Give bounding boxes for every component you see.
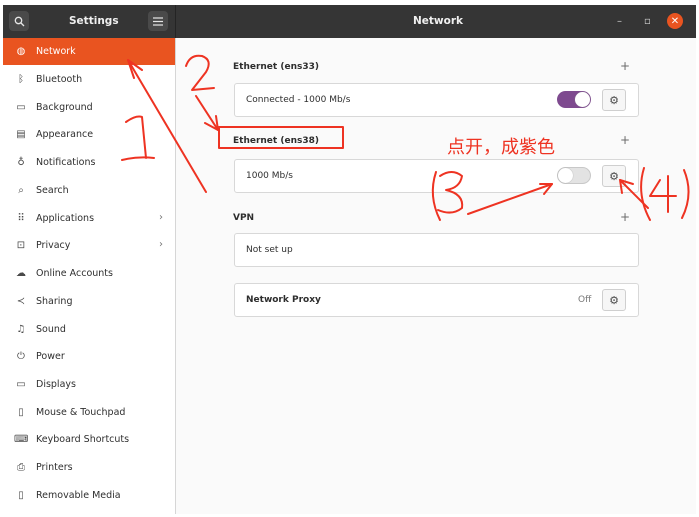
network-panel: Ethernet (ens33) + Connected - 1000 Mb/s…: [176, 38, 696, 514]
ethernet-ens33-toggle[interactable]: [557, 91, 591, 108]
sidebar-item-removable-media[interactable]: ▯ Removable Media: [3, 482, 175, 509]
display-icon: ▭: [16, 379, 26, 390]
network-icon: ◍: [16, 46, 26, 57]
toggle-knob: [575, 92, 590, 107]
maximize-button[interactable]: ▫: [644, 16, 651, 27]
sidebar-item-privacy[interactable]: ⊡ Privacy ›: [3, 232, 175, 259]
sidebar-item-bluetooth[interactable]: ᛒ Bluetooth: [3, 66, 175, 93]
bluetooth-icon: ᛒ: [18, 74, 24, 85]
keyboard-icon: ⌨: [14, 434, 29, 445]
sidebar-item-label: Applications: [36, 213, 95, 224]
chevron-right-icon: ›: [159, 212, 163, 223]
section-title-ethernet-ens33: Ethernet (ens33): [233, 62, 319, 72]
ethernet-ens33-settings-button[interactable]: ⚙: [602, 89, 626, 111]
appearance-icon: ▤: [16, 129, 26, 140]
settings-window: Settings Network – ▫ ✕ ◍ Network ᛒ Bluet…: [3, 5, 696, 514]
mouse-icon: ▯: [18, 407, 24, 418]
sidebar-item-label: Bluetooth: [36, 74, 83, 85]
sidebar: ◍ Network ᛒ Bluetooth ▭ Background ▤ App…: [3, 38, 176, 514]
ethernet-ens38-toggle[interactable]: [557, 167, 591, 184]
section-title-ethernet-ens38: Ethernet (ens38): [233, 136, 319, 146]
header-bar: Settings Network – ▫ ✕: [3, 5, 696, 38]
sidebar-item-displays[interactable]: ▭ Displays: [3, 371, 175, 398]
sidebar-item-label: Printers: [36, 462, 73, 473]
sidebar-header: Settings: [3, 5, 176, 38]
network-proxy-status: Off: [578, 295, 592, 305]
cloud-icon: ☁: [16, 268, 26, 279]
menu-button[interactable]: [148, 11, 168, 31]
music-icon: ♫: [16, 324, 26, 335]
search-icon: ⌕: [18, 185, 24, 196]
sidebar-item-label: Network: [36, 46, 76, 57]
background-icon: ▭: [16, 102, 26, 113]
sidebar-item-label: Background: [36, 102, 93, 113]
share-icon: ≺: [16, 296, 26, 307]
power-icon: ⏻: [17, 351, 25, 362]
network-proxy-settings-button[interactable]: ⚙: [602, 289, 626, 311]
vpn-status: Not set up: [246, 245, 293, 255]
gear-icon: ⚙: [609, 293, 619, 307]
add-ethernet-ens33-button[interactable]: +: [620, 59, 630, 73]
toggle-knob: [558, 168, 573, 183]
sidebar-item-label: Notifications: [36, 157, 96, 168]
sidebar-item-printers[interactable]: ⎙ Printers: [3, 454, 175, 481]
gear-icon: ⚙: [609, 169, 619, 183]
minimize-button[interactable]: –: [617, 16, 622, 27]
gear-icon: ⚙: [609, 93, 619, 107]
sidebar-item-label: Mouse & Touchpad: [36, 407, 126, 418]
sidebar-item-notifications[interactable]: ♁ Notifications: [3, 149, 175, 176]
ethernet-ens33-status: Connected - 1000 Mb/s: [246, 95, 351, 105]
sidebar-item-label: Sharing: [36, 296, 73, 307]
sidebar-item-online-accounts[interactable]: ☁ Online Accounts: [3, 260, 175, 287]
sidebar-item-label: Removable Media: [36, 490, 121, 501]
search-icon: [14, 16, 24, 26]
sidebar-title: Settings: [69, 15, 119, 27]
lock-icon: ⊡: [16, 240, 26, 251]
sidebar-item-label: Search: [36, 185, 69, 196]
close-button[interactable]: ✕: [667, 13, 683, 29]
sidebar-item-applications[interactable]: ⠿ Applications ›: [3, 205, 175, 232]
network-proxy-label: Network Proxy: [246, 295, 321, 305]
sidebar-item-power[interactable]: ⏻ Power: [3, 343, 175, 370]
add-ethernet-ens38-button[interactable]: +: [620, 133, 630, 147]
sidebar-item-label: Privacy: [36, 240, 71, 251]
hamburger-icon: [153, 16, 163, 26]
annotation-note: 点开，成紫色: [447, 137, 555, 158]
ethernet-ens38-settings-button[interactable]: ⚙: [602, 165, 626, 187]
media-icon: ▯: [18, 490, 24, 501]
sidebar-item-sharing[interactable]: ≺ Sharing: [3, 288, 175, 315]
sidebar-item-network[interactable]: ◍ Network: [3, 38, 175, 65]
chevron-right-icon: ›: [159, 239, 163, 250]
search-button[interactable]: [9, 11, 29, 31]
grid-icon: ⠿: [17, 213, 25, 224]
sidebar-item-keyboard-shortcuts[interactable]: ⌨ Keyboard Shortcuts: [3, 426, 175, 453]
sidebar-item-search[interactable]: ⌕ Search: [3, 177, 175, 204]
sidebar-item-appearance[interactable]: ▤ Appearance: [3, 121, 175, 148]
network-proxy-card[interactable]: Network Proxy Off ⚙: [234, 283, 639, 317]
bell-icon: ♁: [17, 157, 25, 168]
sidebar-item-background[interactable]: ▭ Background: [3, 94, 175, 121]
section-title-vpn: VPN: [233, 213, 255, 223]
add-vpn-button[interactable]: +: [620, 210, 630, 224]
sidebar-item-label: Sound: [36, 324, 66, 335]
sidebar-item-label: Power: [36, 351, 65, 362]
sidebar-item-label: Displays: [36, 379, 76, 390]
page-title: Network: [413, 15, 464, 27]
ethernet-ens38-status: 1000 Mb/s: [246, 171, 293, 181]
sidebar-item-label: Keyboard Shortcuts: [36, 434, 130, 445]
sidebar-item-label: Online Accounts: [36, 268, 113, 279]
printer-icon: ⎙: [17, 462, 25, 473]
sidebar-item-mouse-touchpad[interactable]: ▯ Mouse & Touchpad: [3, 399, 175, 426]
sidebar-item-label: Appearance: [36, 129, 94, 140]
ethernet-ens33-card: Connected - 1000 Mb/s ⚙: [234, 83, 639, 117]
sidebar-item-sound[interactable]: ♫ Sound: [3, 316, 175, 343]
vpn-card: Not set up: [234, 233, 639, 267]
ethernet-ens38-card: 1000 Mb/s ⚙: [234, 159, 639, 193]
